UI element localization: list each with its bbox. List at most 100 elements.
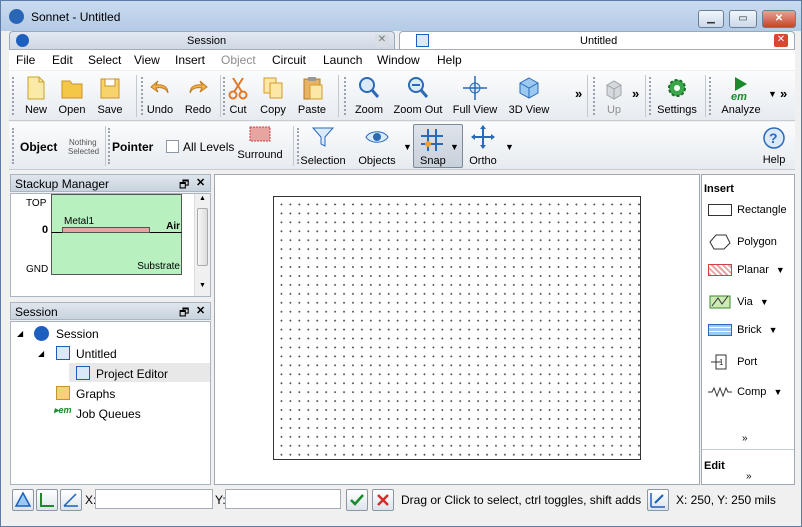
insert-port[interactable]: 1 Port	[708, 354, 757, 370]
copy-button[interactable]: Copy	[257, 75, 289, 116]
scroll-thumb[interactable]	[197, 208, 208, 266]
separator	[645, 75, 646, 117]
objects-dropdown-icon[interactable]: ▼	[403, 142, 412, 152]
cut-button[interactable]: Cut	[225, 75, 251, 116]
up-button[interactable]: Up	[599, 75, 629, 116]
toolbar-grip[interactable]	[709, 77, 712, 115]
menu-circuit[interactable]: Circuit	[272, 53, 306, 67]
pointer-label: Pointer	[112, 140, 154, 154]
tab-session[interactable]: Session ✕	[9, 31, 395, 49]
insert-via[interactable]: Via ▼	[708, 294, 769, 310]
toolbar-grip[interactable]	[649, 77, 652, 115]
open-button[interactable]: Open	[57, 75, 87, 116]
tree-item-project-editor[interactable]: Project Editor	[96, 367, 168, 381]
redo-button[interactable]: Redo	[183, 75, 213, 116]
menu-insert[interactable]: Insert	[175, 53, 205, 67]
full-view-button[interactable]: Full View	[451, 75, 499, 116]
orthogonal-mode-button[interactable]	[36, 489, 58, 511]
scroll-down-icon[interactable]: ▼	[199, 282, 206, 289]
planar-dropdown-icon[interactable]: ▼	[776, 265, 785, 275]
insert-brick[interactable]: Brick ▼	[708, 324, 778, 337]
toolbar-overflow-icon[interactable]: »	[780, 86, 787, 101]
close-button[interactable]: ✕	[762, 10, 796, 28]
snap-button[interactable]: Snap ▼	[413, 124, 463, 168]
menu-window[interactable]: Window	[377, 53, 420, 67]
insert-planar[interactable]: Planar ▼	[708, 264, 785, 277]
zoom-out-button[interactable]: Zoom Out	[393, 75, 443, 116]
zoom-out-icon	[408, 77, 429, 98]
coordinate-mode-button[interactable]	[647, 489, 669, 511]
selection-button[interactable]: Selection	[299, 125, 347, 167]
project-editor-canvas[interactable]	[214, 174, 700, 485]
settings-label: Settings	[657, 104, 697, 116]
zoom-button[interactable]: Zoom	[353, 75, 385, 116]
tab-untitled-close-icon[interactable]: ✕	[774, 34, 788, 47]
menu-select[interactable]: Select	[88, 53, 121, 67]
toolbar-grip[interactable]	[108, 128, 111, 164]
brick-dropdown-icon[interactable]: ▼	[769, 325, 778, 335]
undo-button[interactable]: Undo	[145, 75, 175, 116]
settings-button[interactable]: Settings	[655, 75, 699, 116]
tab-untitled[interactable]: Untitled ✕	[399, 31, 795, 49]
toolbar-grip[interactable]	[12, 128, 15, 164]
ortho-dropdown-icon[interactable]: ▼	[505, 142, 514, 152]
toolbar-overflow-icon[interactable]: »	[632, 86, 639, 101]
ortho-label: Ortho	[469, 155, 497, 167]
tree-item-untitled[interactable]: Untitled	[76, 347, 117, 361]
menu-file[interactable]: File	[16, 53, 35, 67]
x-coordinate-input[interactable]	[95, 489, 213, 509]
tree-expand-icon[interactable]: ◢	[17, 329, 23, 338]
insert-more-icon[interactable]: »	[742, 433, 748, 444]
triangle-mode-button[interactable]	[12, 489, 34, 511]
tree-item-graphs[interactable]: Graphs	[76, 387, 115, 401]
help-button[interactable]: ? Help	[759, 127, 789, 166]
toolbar-overflow-icon[interactable]: »	[575, 86, 582, 101]
new-button[interactable]: New	[21, 75, 51, 116]
save-button[interactable]: Save	[95, 75, 125, 116]
menu-help[interactable]: Help	[437, 53, 462, 67]
toolbar-grip[interactable]	[141, 77, 144, 115]
tab-session-close-icon[interactable]: ✕	[375, 34, 389, 47]
edit-more-icon[interactable]: »	[746, 471, 752, 482]
paste-button[interactable]: Paste	[296, 75, 328, 116]
close-panel-icon[interactable]: ✕	[196, 176, 205, 189]
substrate-layer[interactable]: Substrate	[51, 233, 182, 275]
toolbar-grip[interactable]	[593, 77, 596, 115]
insert-comp[interactable]: Comp ▼	[708, 384, 782, 400]
snap-grid-icon	[421, 129, 443, 151]
3d-view-button[interactable]: 3D View	[505, 75, 553, 116]
angle-mode-button[interactable]	[60, 489, 82, 511]
session-icon	[16, 34, 29, 47]
angle-icon	[63, 493, 78, 507]
objects-button[interactable]: Objects	[353, 125, 401, 167]
maximize-button[interactable]: ▭	[729, 10, 757, 28]
snap-dropdown-icon[interactable]: ▼	[450, 142, 459, 152]
cancel-button[interactable]	[372, 489, 394, 511]
accept-button[interactable]	[346, 489, 368, 511]
via-icon	[709, 295, 731, 309]
via-dropdown-icon[interactable]: ▼	[760, 297, 769, 307]
toolbar-grip[interactable]	[12, 77, 15, 115]
insert-rectangle[interactable]: Rectangle	[708, 204, 787, 217]
menu-launch[interactable]: Launch	[323, 53, 362, 67]
menu-object[interactable]: Object	[221, 53, 256, 67]
minimize-button[interactable]: ▁	[698, 10, 724, 28]
surround-button[interactable]: Surround	[235, 125, 285, 161]
analyze-dropdown-icon[interactable]: ▼	[768, 89, 777, 99]
stackup-scrollbar[interactable]: ▲ ▼	[194, 194, 210, 296]
tree-item-session[interactable]: Session	[56, 327, 99, 341]
menu-edit[interactable]: Edit	[52, 53, 73, 67]
insert-polygon[interactable]: Polygon	[708, 234, 777, 250]
tree-expand-icon[interactable]: ◢	[38, 349, 44, 358]
toolbar-grip[interactable]	[344, 77, 347, 115]
tree-item-job-queues[interactable]: Job Queues	[76, 407, 141, 421]
comp-dropdown-icon[interactable]: ▼	[773, 387, 782, 397]
layout-box-grid[interactable]	[273, 196, 641, 460]
analyze-button[interactable]: em Analyze	[719, 75, 763, 116]
all-levels-checkbox[interactable]	[166, 140, 179, 153]
ortho-button[interactable]: Ortho	[465, 125, 501, 167]
menu-view[interactable]: View	[134, 53, 160, 67]
y-coordinate-input[interactable]	[225, 489, 341, 509]
close-panel-icon[interactable]: ✕	[196, 304, 205, 317]
scroll-up-icon[interactable]: ▲	[199, 195, 206, 202]
